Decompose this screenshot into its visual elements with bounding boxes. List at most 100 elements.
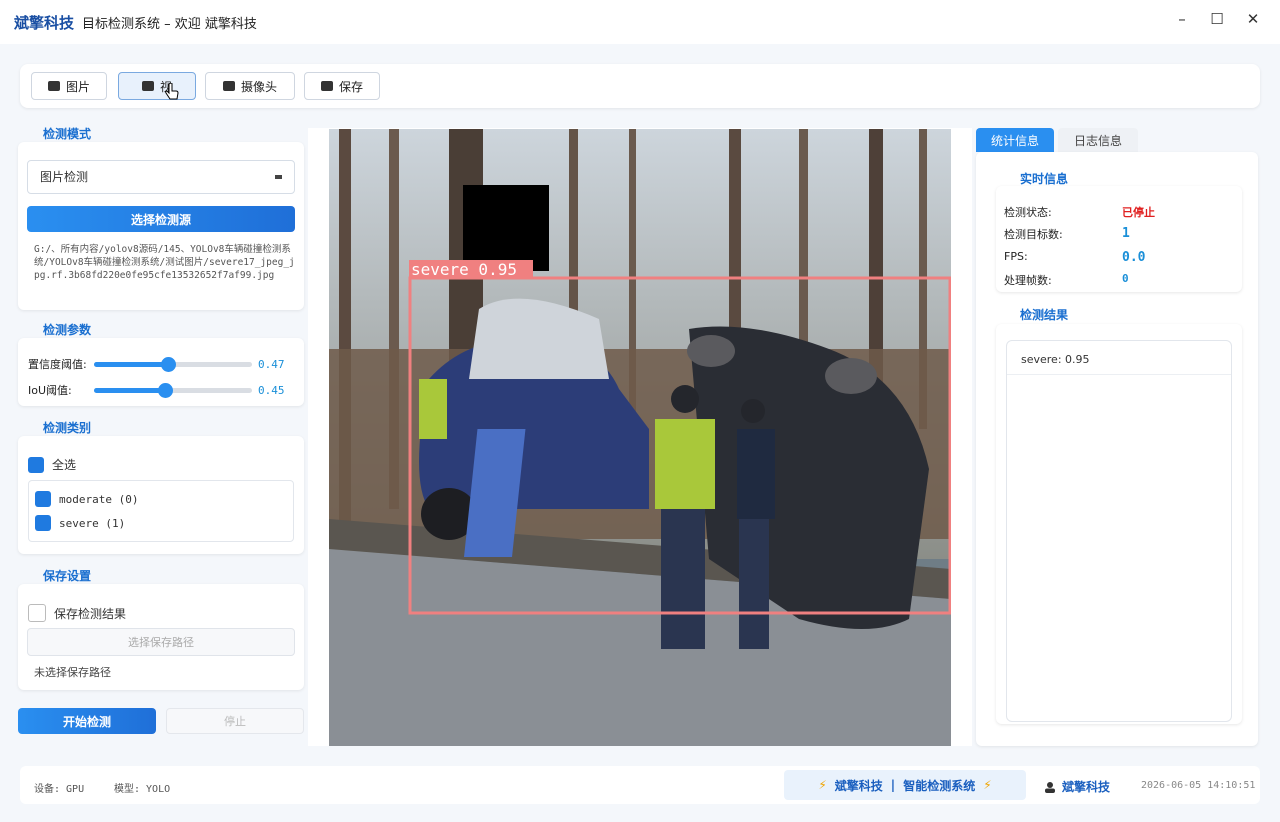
lightning-icon: ⚡	[818, 778, 827, 792]
crash-scene-image: severe 0.95	[329, 129, 951, 746]
frames-label: 处理帧数:	[1004, 274, 1052, 287]
params-card: 置信度阈值: 0.47 IoU阈值: 0.45	[18, 338, 304, 406]
result-item[interactable]: severe: 0.95	[1007, 341, 1231, 375]
count-row: 检测目标数: 1	[1004, 226, 1224, 242]
user-info: 斌擎科技	[1044, 778, 1110, 795]
save-results-label: 保存检测结果	[54, 606, 127, 621]
count-value: 1	[1122, 226, 1130, 241]
class-item-label: severe (1)	[59, 516, 126, 530]
realtime-card: 检测状态: 已停止 检测目标数: 1 FPS: 0.0 处理帧数: 0	[996, 186, 1242, 292]
save-icon	[320, 81, 333, 91]
iou-slider[interactable]	[94, 382, 252, 398]
user-icon	[1045, 781, 1055, 793]
save-settings-heading: 保存设置	[43, 569, 92, 583]
realtime-heading: 实时信息	[1020, 172, 1069, 186]
promo-text: 智能检测系统	[903, 778, 976, 793]
model-info: 模型: YOLO	[114, 784, 171, 795]
lightning-icon: ⚡	[983, 778, 992, 792]
frames-value: 0	[1122, 272, 1129, 285]
classes-card: 全选 moderate (0) severe (1)	[18, 436, 304, 554]
status-row: 检测状态: 已停止	[1004, 204, 1224, 220]
image-button-label: 图片	[65, 79, 90, 94]
mode-heading: 检测模式	[43, 127, 92, 141]
frames-row: 处理帧数: 0	[1004, 272, 1224, 288]
save-button[interactable]: 保存	[304, 72, 380, 100]
save-path-status: 未选择保存路径	[34, 666, 111, 679]
save-button-label: 保存	[338, 79, 363, 94]
choose-path-button[interactable]: 选择保存路径	[27, 628, 295, 656]
classes-heading: 检测类别	[43, 421, 92, 435]
results-card: severe: 0.95	[996, 324, 1242, 724]
status-label: 检测状态:	[1004, 206, 1052, 219]
class-item[interactable]: severe (1)	[35, 515, 125, 531]
conf-value: 0.47	[258, 357, 285, 371]
clock: 2026-06-05 14:10:51	[1141, 780, 1256, 791]
fps-label: FPS:	[1004, 250, 1028, 263]
start-detection-button[interactable]: 开始检测	[18, 708, 156, 734]
title-bar: 斌擎科技 目标检测系统 – 欢迎 斌擎科技 – ☐ ✕	[0, 0, 1280, 44]
camera-icon	[222, 81, 235, 91]
save-results-checkbox[interactable]: 保存检测结果	[28, 604, 126, 622]
right-panel: 统计信息 日志信息 实时信息 检测状态: 已停止 检测目标数: 1 FPS: 0…	[976, 128, 1258, 746]
promo-separator: |	[890, 778, 896, 792]
mode-card: 图片检测 选择检测源 G:/、所有内容/yolov8源码/145、YOLOv8车…	[18, 142, 304, 310]
checkbox-checked-icon	[35, 491, 51, 507]
image-button[interactable]: 图片	[31, 72, 107, 100]
app-brand: 斌擎科技	[14, 13, 75, 32]
window-title: 目标检测系统 – 欢迎 斌擎科技	[82, 16, 257, 32]
left-panel: 检测模式 图片检测 选择检测源 G:/、所有内容/yolov8源码/145、YO…	[18, 120, 304, 746]
fps-row: FPS: 0.0	[1004, 250, 1224, 265]
minimize-button[interactable]: –	[1172, 10, 1192, 28]
checkbox-unchecked-icon	[28, 604, 46, 622]
source-path: G:/、所有内容/yolov8源码/145、YOLOv8车辆碰撞检测系统/YOL…	[34, 244, 295, 281]
video-button[interactable]: 视	[118, 72, 196, 100]
params-heading: 检测参数	[43, 323, 92, 337]
conf-slider-fill	[94, 361, 169, 367]
results-list: severe: 0.95	[1006, 340, 1232, 722]
conf-label: 置信度阈值:	[28, 358, 87, 371]
conf-slider[interactable]	[94, 356, 252, 372]
save-settings-card: 保存检测结果 选择保存路径 未选择保存路径	[18, 584, 304, 690]
camera-button-label: 摄像头	[240, 79, 277, 94]
tab-logs[interactable]: 日志信息	[1058, 128, 1138, 152]
class-item[interactable]: moderate (0)	[35, 491, 138, 507]
stop-detection-button[interactable]: 停止	[166, 708, 304, 734]
checkbox-checked-icon	[35, 515, 51, 531]
toolbar: 图片 视 摄像头 保存	[20, 64, 1260, 108]
image-icon	[47, 81, 60, 91]
status-value: 已停止	[1122, 206, 1155, 219]
fps-value: 0.0	[1122, 250, 1146, 265]
iou-slider-handle[interactable]	[158, 382, 174, 398]
user-name: 斌擎科技	[1062, 780, 1111, 794]
chevron-down-icon	[275, 175, 282, 179]
count-label: 检测目标数:	[1004, 228, 1063, 241]
iou-slider-row: IoU阈值: 0.45	[28, 382, 298, 398]
camera-button[interactable]: 摄像头	[205, 72, 295, 100]
maximize-button[interactable]: ☐	[1207, 10, 1227, 28]
checkbox-checked-icon	[28, 456, 44, 473]
results-heading: 检测结果	[1020, 308, 1069, 322]
iou-value: 0.45	[258, 383, 285, 397]
mode-select[interactable]: 图片检测	[27, 160, 295, 194]
status-bar: 设备: GPU 模型: YOLO ⚡ 斌擎科技 | 智能检测系统 ⚡ 斌擎科技 …	[20, 766, 1260, 804]
tab-stats[interactable]: 统计信息	[976, 128, 1054, 152]
iou-label: IoU阈值:	[28, 384, 72, 397]
mode-select-value: 图片检测	[40, 170, 89, 184]
detection-image: severe 0.95	[329, 129, 951, 746]
promo-brand: 斌擎科技	[834, 778, 883, 793]
hand-cursor-icon	[165, 83, 179, 100]
class-list: moderate (0) severe (1)	[28, 480, 294, 542]
class-item-label: moderate (0)	[59, 492, 139, 506]
iou-slider-fill	[94, 387, 166, 393]
select-source-button[interactable]: 选择检测源	[27, 206, 295, 232]
select-all-checkbox[interactable]: 全选	[28, 456, 76, 473]
detection-label: severe 0.95	[411, 260, 517, 279]
conf-slider-row: 置信度阈值: 0.47	[28, 356, 298, 372]
promo-banner: ⚡ 斌擎科技 | 智能检测系统 ⚡	[784, 770, 1026, 800]
close-button[interactable]: ✕	[1243, 10, 1263, 28]
select-all-label: 全选	[52, 458, 77, 472]
device-info: 设备: GPU	[34, 784, 85, 795]
conf-slider-handle[interactable]	[161, 356, 177, 372]
video-icon	[141, 81, 154, 91]
stats-panel: 实时信息 检测状态: 已停止 检测目标数: 1 FPS: 0.0 处理帧数: 0…	[976, 152, 1258, 746]
